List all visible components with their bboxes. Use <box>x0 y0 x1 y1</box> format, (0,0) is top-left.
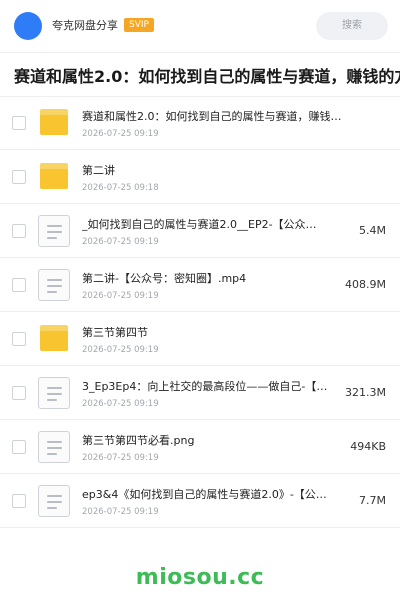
item-name[interactable]: 第二讲-【公众号：密知圈】.mp4 <box>82 272 352 286</box>
item-date: 2026-07-25 09:19 <box>82 453 159 463</box>
folder-row[interactable]: 第三节第四节 2026-07-25 09:19 <box>0 312 400 366</box>
folder-icon <box>40 163 68 189</box>
item-name[interactable]: 第二讲 <box>82 164 352 178</box>
row-checkbox[interactable] <box>12 224 26 238</box>
item-name[interactable]: 赛道和属性2.0：如何找到自己的属性与赛道，赚钱的… <box>82 110 352 124</box>
row-checkbox[interactable] <box>12 440 26 454</box>
file-row[interactable]: ep3&4《如何找到自己的属性与赛道2.0》-【公… 2026-07-25 09:… <box>0 474 400 528</box>
row-checkbox[interactable] <box>12 170 26 184</box>
item-name[interactable]: _如何找到自己的属性与赛道2.0__EP2-【公众… <box>82 218 352 232</box>
row-checkbox[interactable] <box>12 116 26 130</box>
item-size: 408.9M <box>345 278 386 291</box>
folder-icon <box>40 109 68 135</box>
item-size: 321.3M <box>345 386 386 399</box>
row-checkbox[interactable] <box>12 386 26 400</box>
item-size: 5.4M <box>359 224 386 237</box>
folder-row[interactable]: 第二讲 2026-07-25 09:18 <box>0 150 400 204</box>
row-checkbox[interactable] <box>12 494 26 508</box>
header-divider <box>0 52 400 53</box>
watermark: miosou.cc <box>135 565 265 590</box>
item-date: 2026-07-25 09:19 <box>82 291 159 301</box>
document-icon <box>38 215 70 247</box>
file-row[interactable]: 3_Ep3Ep4：向上社交的最高段位——做自己-【… 2026-07-25 09:… <box>0 366 400 420</box>
item-name[interactable]: 3_Ep3Ep4：向上社交的最高段位——做自己-【… <box>82 380 352 394</box>
row-checkbox[interactable] <box>12 278 26 292</box>
svip-badge: SVIP <box>124 18 154 32</box>
item-date: 2026-07-25 09:19 <box>82 237 159 247</box>
avatar[interactable] <box>14 12 42 40</box>
document-icon <box>38 431 70 463</box>
document-icon <box>38 485 70 517</box>
item-name[interactable]: ep3&4《如何找到自己的属性与赛道2.0》-【公… <box>82 488 352 502</box>
row-checkbox[interactable] <box>12 332 26 346</box>
item-name[interactable]: 第三节第四节 <box>82 326 352 340</box>
item-date: 2026-07-25 09:18 <box>82 183 159 193</box>
sharer-name: 夸克网盘分享 <box>52 19 118 32</box>
file-row[interactable]: 第三节第四节必看.png 2026-07-25 09:19 494KB <box>0 420 400 474</box>
folder-icon <box>40 325 68 351</box>
search-button[interactable]: 搜索 <box>316 12 388 40</box>
item-date: 2026-07-25 09:19 <box>82 129 159 139</box>
item-size: 494KB <box>350 440 386 453</box>
item-date: 2026-07-25 09:19 <box>82 345 159 355</box>
item-size: 7.7M <box>359 494 386 507</box>
file-row[interactable]: _如何找到自己的属性与赛道2.0__EP2-【公众… 2026-07-25 09:… <box>0 204 400 258</box>
item-date: 2026-07-25 09:19 <box>82 399 159 409</box>
page-title: 赛道和属性2.0：如何找到自己的属性与赛道，赚钱的方式就 <box>14 67 400 86</box>
document-icon <box>38 377 70 409</box>
item-date: 2026-07-25 09:19 <box>82 507 159 517</box>
file-row[interactable]: 第二讲-【公众号：密知圈】.mp4 2026-07-25 09:19 408.9M <box>0 258 400 312</box>
document-icon <box>38 269 70 301</box>
item-name[interactable]: 第三节第四节必看.png <box>82 434 352 448</box>
header-bar: 夸克网盘分享 SVIP 搜索 <box>0 0 400 52</box>
file-list: 赛道和属性2.0：如何找到自己的属性与赛道，赚钱的… 2026-07-25 09:… <box>0 96 400 528</box>
folder-row[interactable]: 赛道和属性2.0：如何找到自己的属性与赛道，赚钱的… 2026-07-25 09:… <box>0 96 400 150</box>
